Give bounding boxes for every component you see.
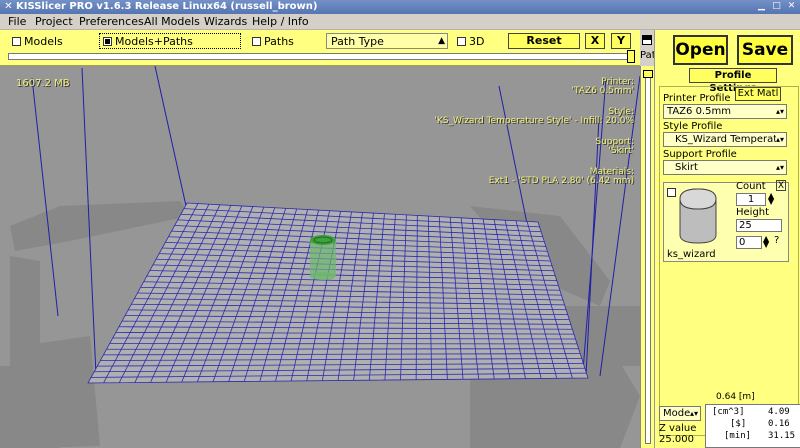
- models-paths-label: Models+Paths: [115, 35, 193, 48]
- support-profile-select[interactable]: Skirt ▴▾: [663, 160, 787, 175]
- model-thumbnail: [679, 188, 717, 244]
- menu-help-info[interactable]: Help / Info: [252, 15, 309, 28]
- stats-box: [cm^3] 4.09 [$] 0.16 [min] 31.15: [705, 404, 800, 448]
- stat-volume-unit: [cm^3]: [712, 407, 745, 417]
- help-question[interactable]: ?: [774, 235, 779, 246]
- x-view-button[interactable]: X: [585, 33, 605, 49]
- models-checkbox[interactable]: [12, 37, 21, 46]
- path-slider-track[interactable]: [8, 53, 632, 60]
- style-profile-value: KS_Wizard Temperat: [675, 134, 778, 145]
- height-input[interactable]: 25: [736, 219, 782, 232]
- extruder-spin-arrows-icon[interactable]: ▲ ▼: [763, 235, 769, 249]
- count-spinner[interactable]: 1: [736, 193, 766, 206]
- height-value: 25: [739, 220, 752, 231]
- 3d-checkbox[interactable]: [457, 37, 466, 46]
- 3d-label: 3D: [469, 35, 485, 48]
- close-icon[interactable]: ✕: [786, 1, 797, 12]
- reset-button[interactable]: Reset: [508, 33, 580, 49]
- open-button[interactable]: Open: [673, 35, 728, 65]
- updown-arrow-icon: ▴▾: [775, 161, 784, 174]
- printer-profile-value: TAZ6 0.5mm: [667, 106, 731, 117]
- extruder-value: 0: [739, 237, 746, 248]
- extruder-input[interactable]: 0: [736, 236, 762, 249]
- path-slider-handle[interactable]: [627, 50, 635, 63]
- z-value: 25.000: [659, 434, 694, 445]
- title-bar: ✕ KISSlicer PRO v1.6.3 Release Linux64 (…: [0, 0, 800, 14]
- kisslicer-window: ✕ KISSlicer PRO v1.6.3 Release Linux64 (…: [0, 0, 800, 448]
- menu-project[interactable]: Project: [35, 15, 73, 28]
- stat-time-unit: [min]: [724, 431, 752, 441]
- stat-cost-unit: [$]: [730, 419, 747, 429]
- models-paths-checkbox[interactable]: [103, 37, 112, 46]
- remove-model-button[interactable]: X: [776, 180, 786, 191]
- path-type-value: Path Type: [331, 35, 384, 48]
- stat-cost-value: 0.16: [768, 419, 790, 429]
- 3d-viewport[interactable]: 1607.2 MB Printer: 'TAZ6 0.5mm' Style: '…: [0, 66, 640, 448]
- z-value-label: Z value: [659, 423, 697, 434]
- right-panel: Open Save Profile Settings Ext Matl Prin…: [654, 30, 800, 448]
- path-type-select[interactable]: Path Type ▲: [326, 33, 448, 49]
- layer-slider-track[interactable]: [645, 76, 651, 444]
- style-profile-label: Style Profile: [663, 121, 723, 132]
- view-mode-value: Model: [663, 408, 694, 419]
- support-value: 'Skirt': [608, 146, 634, 156]
- memory-readout: 1607.2 MB: [16, 78, 70, 89]
- updown-arrow-icon: ▴▾: [775, 105, 784, 118]
- window-title: KISSlicer PRO v1.6.3 Release Linux64 (ru…: [16, 1, 318, 12]
- count-spin-arrows-icon[interactable]: ▲ ▼: [768, 192, 774, 206]
- models-label: Models: [24, 35, 63, 48]
- maximize-icon[interactable]: □: [771, 1, 782, 12]
- model-name: ks_wizard: [667, 249, 716, 260]
- menu-file[interactable]: File: [8, 15, 26, 28]
- menu-bar: File Project Preferences All Models Wiza…: [0, 14, 800, 30]
- save-button[interactable]: Save: [737, 35, 793, 65]
- model-card[interactable]: ks_wizard Count 1 ▲ ▼ Height 25 0 ▲ ▼ ?: [663, 181, 789, 262]
- updown-arrow-icon: ▲: [438, 36, 445, 46]
- count-label: Count: [736, 181, 766, 192]
- menu-wizards[interactable]: Wizards: [204, 15, 247, 28]
- layer-slider-handle[interactable]: [643, 70, 653, 78]
- path-pct-swatch[interactable]: [642, 35, 652, 45]
- updown-arrow-icon: ▴▾: [775, 133, 784, 146]
- height-label: Height: [736, 207, 770, 218]
- model-select-checkbox[interactable]: [667, 188, 676, 197]
- y-view-button[interactable]: Y: [611, 33, 631, 49]
- materials-value: Ext1 - 'STD PLA 2.80' (6.42 mm): [488, 176, 634, 186]
- menu-preferences[interactable]: Preferences: [79, 15, 144, 28]
- printer-profile-label: Printer Profile: [663, 93, 731, 104]
- minimize-icon[interactable]: ▁: [756, 1, 767, 12]
- paths-label: Paths: [264, 35, 294, 48]
- profile-settings-button[interactable]: Profile Settings: [689, 68, 777, 94]
- support-profile-label: Support Profile: [663, 149, 737, 160]
- stat-volume-value: 4.09: [768, 407, 790, 417]
- style-value: 'KS_Wizard Temperature Style' - Infill: …: [434, 116, 634, 126]
- bed-grid: [87, 202, 589, 384]
- cylinder-model[interactable]: [310, 235, 336, 280]
- menu-all-models[interactable]: All Models: [144, 15, 200, 28]
- support-profile-value: Skirt: [675, 162, 698, 173]
- stat-time-value: 31.15: [768, 431, 796, 441]
- layer-slider[interactable]: [640, 66, 654, 448]
- printer-profile-select[interactable]: TAZ6 0.5mm ▴▾: [663, 104, 787, 119]
- ext-matl-button[interactable]: Ext Matl: [735, 87, 781, 101]
- count-value: 1: [747, 194, 755, 205]
- view-mode-select[interactable]: Model ▴▾: [659, 406, 701, 421]
- scale-readout: 0.64 [m]: [716, 392, 755, 402]
- paths-checkbox[interactable]: [252, 37, 261, 46]
- app-icon[interactable]: ✕: [3, 1, 14, 12]
- printer-value: 'TAZ6 0.5mm': [571, 86, 634, 96]
- style-profile-select[interactable]: KS_Wizard Temperat ▴▾: [663, 132, 787, 147]
- updown-arrow-icon: ▴▾: [689, 407, 698, 420]
